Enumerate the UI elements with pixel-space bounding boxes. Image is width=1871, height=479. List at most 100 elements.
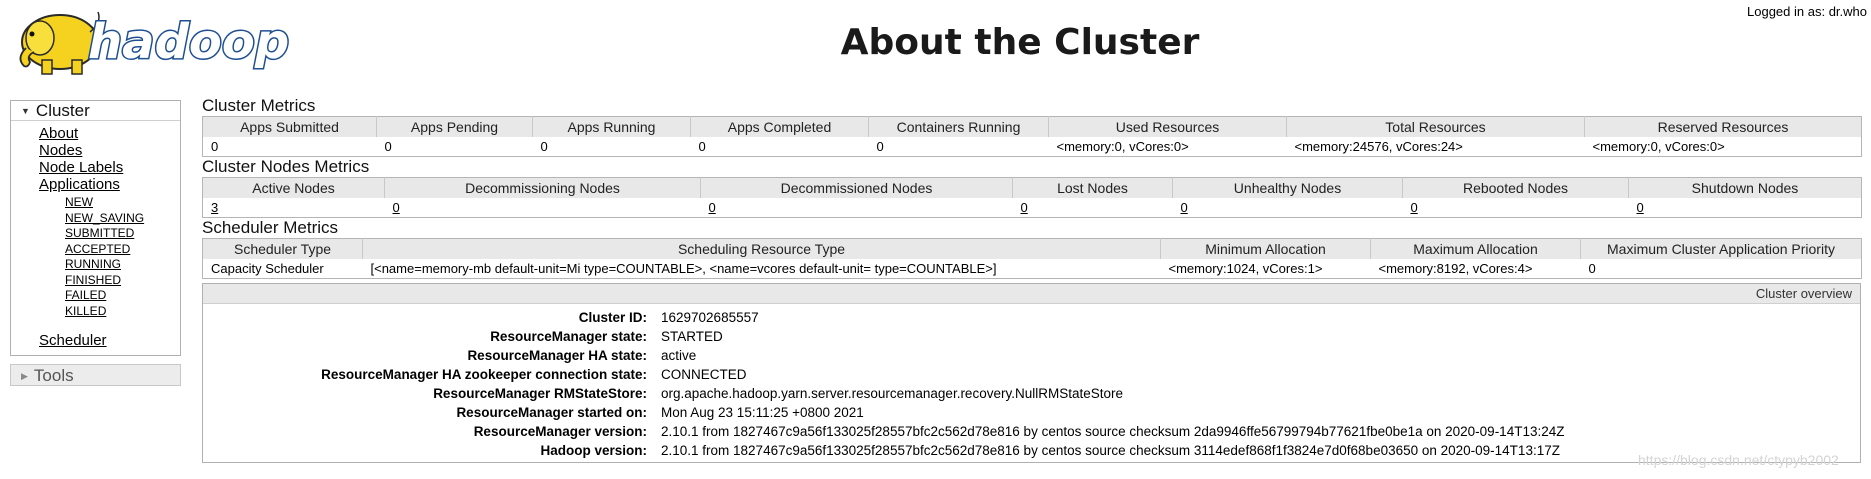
triangle-down-icon: ▼ bbox=[21, 106, 30, 117]
column-header[interactable]: Minimum Allocation bbox=[1160, 238, 1371, 259]
table-cell: <memory:1024, vCores:1> bbox=[1168, 260, 1323, 276]
column-header[interactable]: Apps Running bbox=[532, 116, 691, 137]
cluster-overview-header: Cluster overview bbox=[203, 284, 1860, 304]
nav-link-about[interactable]: About bbox=[39, 125, 180, 142]
column-header[interactable]: Maximum Cluster Application Priority bbox=[1580, 238, 1862, 259]
column-header[interactable]: Scheduling Resource Type bbox=[362, 238, 1161, 259]
nav-link-scheduler[interactable]: Scheduler bbox=[39, 332, 180, 349]
table-cell: 0 bbox=[384, 138, 392, 154]
overview-value: org.apache.hadoop.yarn.server.resourcema… bbox=[661, 386, 1123, 401]
column-header[interactable]: Shutdown Nodes bbox=[1628, 177, 1862, 198]
decommissioned-nodes-link[interactable]: 0 bbox=[709, 200, 716, 215]
column-header[interactable]: Apps Submitted bbox=[202, 116, 377, 137]
table-cell: <memory:8192, vCores:4> bbox=[1378, 260, 1533, 276]
cluster-metrics-table: Apps Submitted Apps Pending Apps Running… bbox=[202, 116, 1862, 157]
overview-key: ResourceManager HA zookeeper connection … bbox=[321, 367, 647, 382]
column-header[interactable]: Total Resources bbox=[1286, 116, 1585, 137]
column-header[interactable]: Lost Nodes bbox=[1012, 177, 1173, 198]
table-row: 3 0 0 0 0 0 0 bbox=[203, 198, 1862, 218]
column-header[interactable]: Active Nodes bbox=[202, 177, 385, 198]
header: hadoop About the Cluster Logged in as: d… bbox=[0, 0, 1871, 90]
table-cell: 0 bbox=[1013, 198, 1173, 218]
table-header-row: Apps Submitted Apps Pending Apps Running… bbox=[202, 116, 1862, 137]
overview-value: 2.10.1 from 1827467c9a56f133025f28557bfc… bbox=[661, 443, 1560, 458]
nav-link-node-labels[interactable]: Node Labels bbox=[39, 159, 180, 176]
nav-link-state-running[interactable]: RUNNING bbox=[65, 257, 180, 273]
column-header[interactable]: Used Resources bbox=[1048, 116, 1287, 137]
nav-link-nodes[interactable]: Nodes bbox=[39, 142, 180, 159]
overview-key: ResourceManager RMStateStore: bbox=[433, 386, 647, 401]
table-row: 0 0 0 0 0 <memory:0, vCores:0> <memory:2… bbox=[203, 137, 1862, 157]
table-cell: 0 bbox=[1588, 260, 1596, 276]
active-nodes-link[interactable]: 3 bbox=[211, 200, 218, 215]
overview-key: ResourceManager started on: bbox=[456, 405, 647, 420]
overview-key: ResourceManager version: bbox=[473, 424, 647, 439]
nav-link-state-finished[interactable]: FINISHED bbox=[65, 273, 180, 289]
cluster-metrics-title: Cluster Metrics bbox=[202, 96, 316, 115]
column-header[interactable]: Maximum Allocation bbox=[1370, 238, 1581, 259]
overview-row: ResourceManager version: 2.10.1 from 1827… bbox=[203, 422, 1565, 441]
overview-value: STARTED bbox=[661, 329, 723, 344]
overview-key: Cluster ID: bbox=[578, 310, 647, 325]
column-header[interactable]: Apps Pending bbox=[376, 116, 533, 137]
overview-key: ResourceManager HA state: bbox=[467, 348, 647, 363]
node-metrics-title: Cluster Nodes Metrics bbox=[202, 157, 370, 176]
column-header[interactable]: Apps Completed bbox=[690, 116, 869, 137]
decommissioning-nodes-link[interactable]: 0 bbox=[393, 200, 400, 215]
nav-link-state-accepted[interactable]: ACCEPTED bbox=[65, 242, 180, 258]
overview-row: ResourceManager HA state: active bbox=[203, 346, 1564, 365]
shutdown-nodes-link[interactable]: 0 bbox=[1637, 200, 1644, 215]
nav-link-state-killed[interactable]: KILLED bbox=[65, 304, 180, 320]
nav-link-applications[interactable]: Applications bbox=[39, 176, 180, 193]
nav-link-state-failed[interactable]: FAILED bbox=[65, 288, 180, 304]
table-cell: 3 bbox=[203, 198, 385, 218]
cluster-menu-label: Cluster bbox=[35, 101, 90, 120]
node-metrics-table: Active Nodes Decommissioning Nodes Decom… bbox=[202, 177, 1862, 218]
overview-value: 1629702685557 bbox=[661, 310, 759, 325]
table-header-row: Scheduler Type Scheduling Resource Type … bbox=[202, 238, 1862, 259]
app-states-list: NEW NEW_SAVING SUBMITTED ACCEPTED RUNNIN… bbox=[39, 193, 180, 323]
table-cell: 0 bbox=[385, 198, 701, 218]
nav-link-state-submitted[interactable]: SUBMITTED bbox=[65, 226, 180, 242]
cluster-overview-panel: Cluster overview Cluster ID: 162970268555… bbox=[202, 283, 1861, 463]
unhealthy-nodes-link[interactable]: 0 bbox=[1181, 200, 1188, 215]
cluster-menu-header[interactable]: ▼ Cluster bbox=[11, 101, 180, 121]
nav-link-state-new[interactable]: NEW bbox=[65, 195, 180, 211]
rebooted-nodes-link[interactable]: 0 bbox=[1411, 200, 1418, 215]
lost-nodes-link[interactable]: 0 bbox=[1021, 200, 1028, 215]
column-header[interactable]: Containers Running bbox=[868, 116, 1049, 137]
overview-value: Mon Aug 23 15:11:25 +0800 2021 bbox=[661, 405, 864, 420]
overview-row: ResourceManager state: STARTED bbox=[203, 327, 1564, 346]
overview-row: Cluster ID: 1629702685557 bbox=[203, 308, 1564, 327]
column-header[interactable]: Decommissioned Nodes bbox=[700, 177, 1013, 198]
table-cell: 0 bbox=[1403, 198, 1629, 218]
page-title: About the Cluster bbox=[840, 22, 1200, 63]
table-cell: Capacity Scheduler bbox=[211, 260, 324, 276]
triangle-right-icon: ▶ bbox=[21, 371, 28, 382]
table-cell: 0 bbox=[701, 198, 1013, 218]
table-cell: <memory:24576, vCores:24> bbox=[1294, 138, 1463, 154]
tools-menu-header[interactable]: ▶ Tools bbox=[10, 364, 181, 386]
overview-row: Hadoop version: 2.10.1 from 1827467c9a56f… bbox=[203, 441, 1564, 460]
main-content: Cluster Metrics Apps Submitted Apps Pend… bbox=[202, 96, 1862, 463]
column-header[interactable]: Decommissioning Nodes bbox=[384, 177, 701, 198]
column-header[interactable]: Reserved Resources bbox=[1584, 116, 1862, 137]
watermark: https://blog.csdn.net/ctypyb2002 bbox=[1638, 452, 1839, 468]
overview-value: 2.10.1 from 1827467c9a56f133025f28557bfc… bbox=[661, 424, 1565, 439]
column-header[interactable]: Scheduler Type bbox=[202, 238, 363, 259]
overview-value: CONNECTED bbox=[661, 367, 747, 382]
column-header[interactable]: Unhealthy Nodes bbox=[1172, 177, 1403, 198]
table-cell: 0 bbox=[540, 138, 548, 154]
overview-row: ResourceManager HA zookeeper connection … bbox=[203, 365, 1564, 384]
scheduler-metrics-table: Scheduler Type Scheduling Resource Type … bbox=[202, 238, 1862, 279]
column-header[interactable]: Rebooted Nodes bbox=[1402, 177, 1629, 198]
table-cell: 0 bbox=[1629, 198, 1862, 218]
sidebar-nav: ▼ Cluster About Nodes Node Labels Applica… bbox=[10, 100, 181, 386]
table-cell: <memory:0, vCores:0> bbox=[1592, 138, 1725, 154]
table-cell: 0 bbox=[1173, 198, 1403, 218]
table-cell: 0 bbox=[876, 138, 884, 154]
nav-link-state-new-saving[interactable]: NEW_SAVING bbox=[65, 211, 180, 227]
table-cell: [<name=memory-mb default-unit=Mi type=CO… bbox=[370, 260, 997, 276]
overview-value: active bbox=[661, 348, 697, 363]
overview-key: ResourceManager state: bbox=[490, 329, 647, 344]
